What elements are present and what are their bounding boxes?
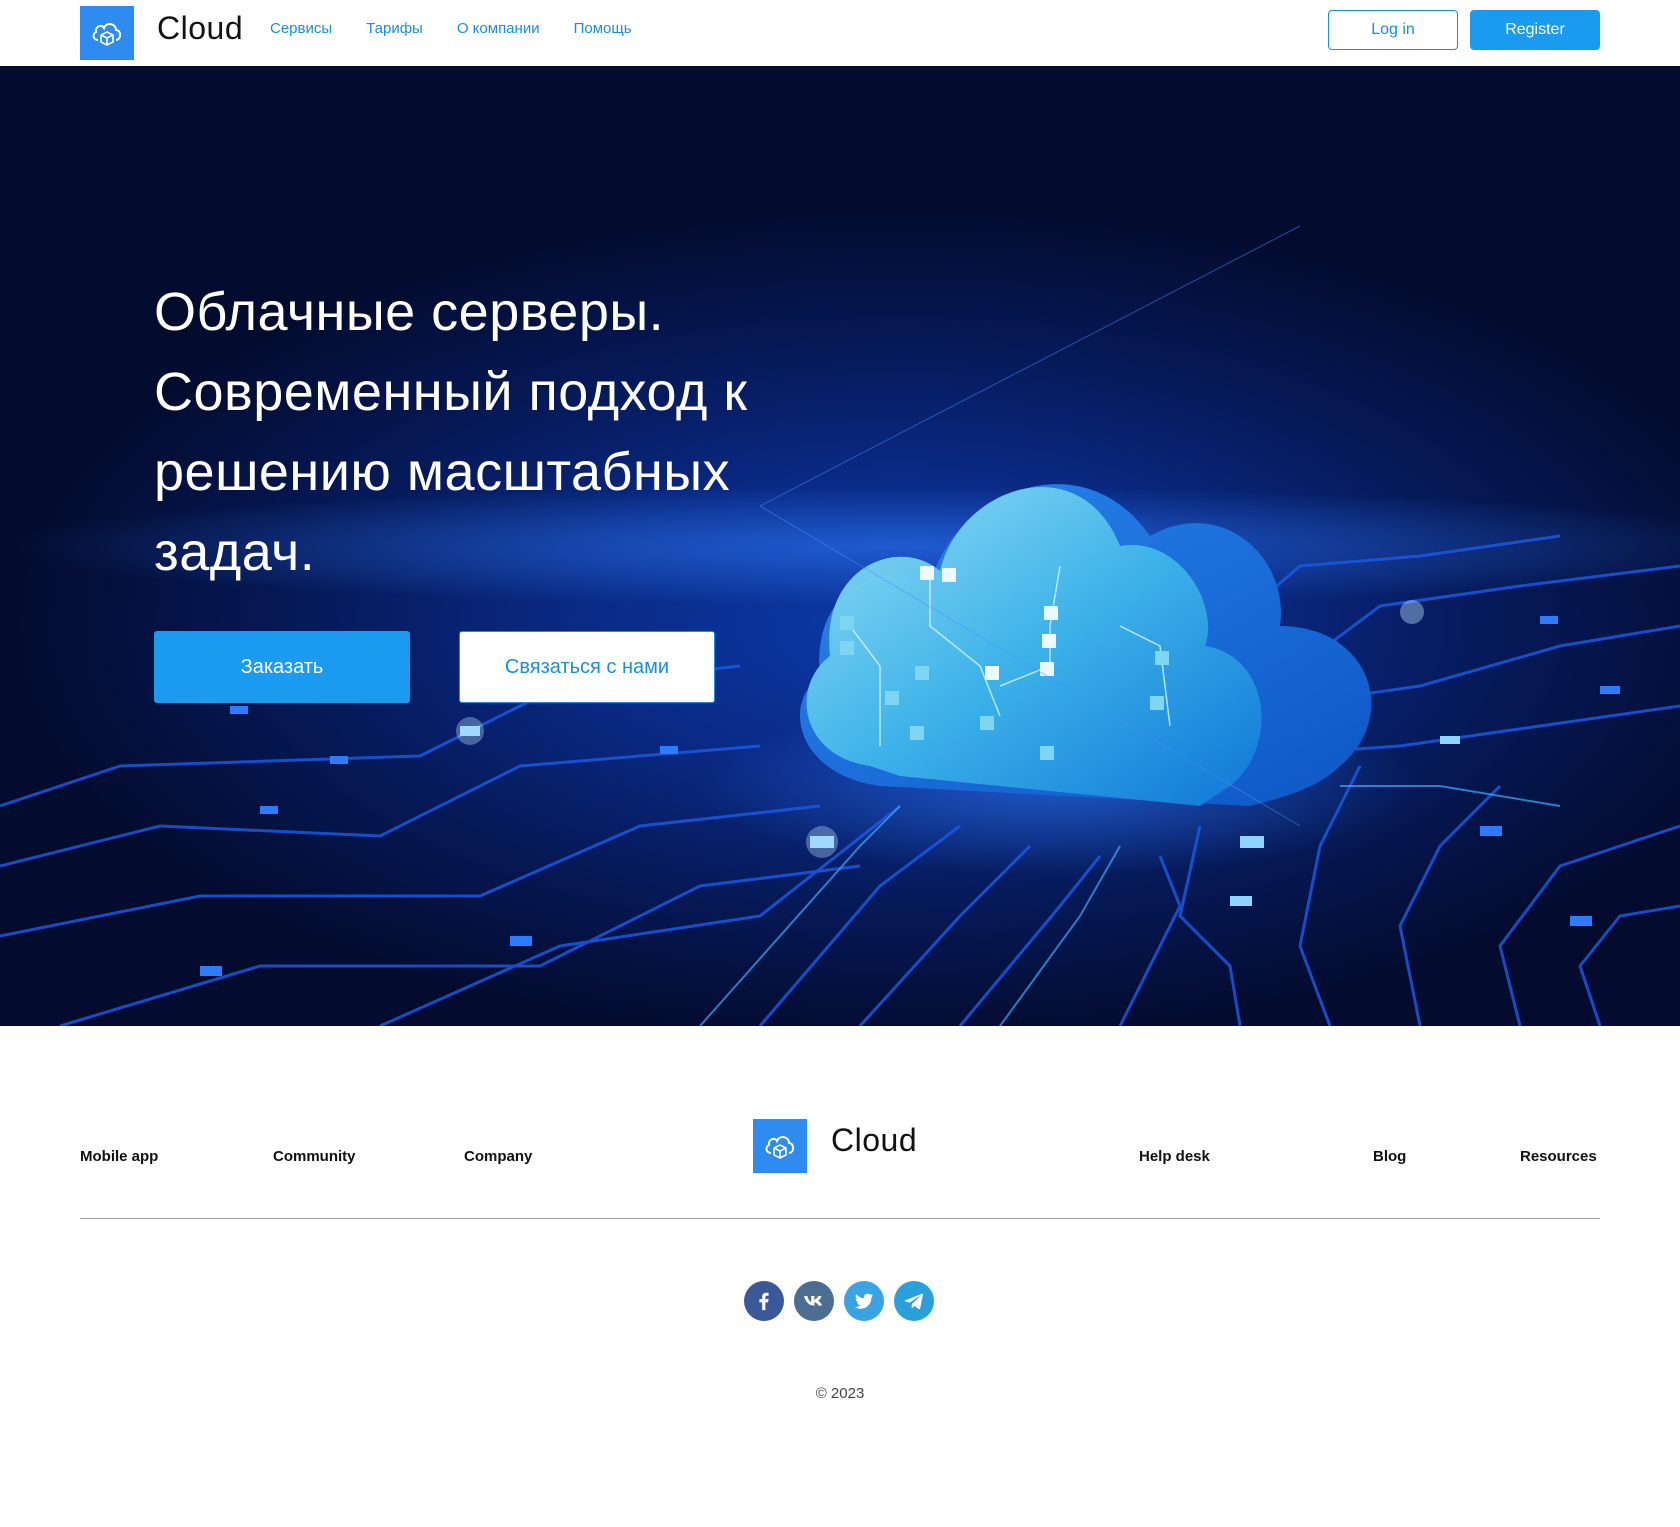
hero-title-line-1: Облачные серверы. <box>154 282 665 342</box>
telegram-icon[interactable] <box>894 1281 934 1321</box>
footer-link-mobile-app[interactable]: Mobile app <box>80 1148 158 1165</box>
footer-link-blog[interactable]: Blog <box>1373 1148 1406 1165</box>
facebook-icon[interactable] <box>744 1281 784 1321</box>
site-header: Cloud Сервисы Тарифы О компании Помощь L… <box>0 0 1680 66</box>
register-button[interactable]: Register <box>1470 10 1600 50</box>
social-links <box>744 1281 944 1321</box>
twitter-icon[interactable] <box>844 1281 884 1321</box>
hero-section: Облачные серверы. Современный подход к р… <box>0 66 1680 1026</box>
footer-link-help-desk[interactable]: Help desk <box>1139 1148 1210 1165</box>
hero-title-line-2: Современный подход к <box>154 362 748 422</box>
hero-title-line-4: задач. <box>154 522 316 582</box>
nav-item-about[interactable]: О компании <box>457 20 540 37</box>
logo-text[interactable]: Cloud <box>157 10 243 47</box>
hero-title-line-3: решению масштабных <box>154 442 731 502</box>
footer-divider <box>80 1218 1600 1219</box>
footer-link-community[interactable]: Community <box>273 1148 356 1165</box>
hero-title: Облачные серверы. Современный подход к р… <box>154 272 874 592</box>
main-nav: Сервисы Тарифы О компании Помощь <box>270 20 666 37</box>
nav-item-help[interactable]: Помощь <box>574 20 632 37</box>
vk-icon[interactable] <box>794 1281 834 1321</box>
footer-link-company[interactable]: Company <box>464 1148 532 1165</box>
footer-link-resources[interactable]: Resources <box>1520 1148 1597 1165</box>
logo-icon[interactable] <box>80 6 134 60</box>
contact-us-button[interactable]: Связаться с нами <box>459 631 715 703</box>
footer-logo-text[interactable]: Cloud <box>831 1122 917 1159</box>
footer-logo-icon[interactable] <box>753 1119 807 1173</box>
order-button[interactable]: Заказать <box>154 631 410 703</box>
nav-item-pricing[interactable]: Тарифы <box>366 20 423 37</box>
login-button[interactable]: Log in <box>1328 10 1458 50</box>
copyright-text: © 2023 <box>815 1385 865 1402</box>
nav-item-services[interactable]: Сервисы <box>270 20 332 37</box>
